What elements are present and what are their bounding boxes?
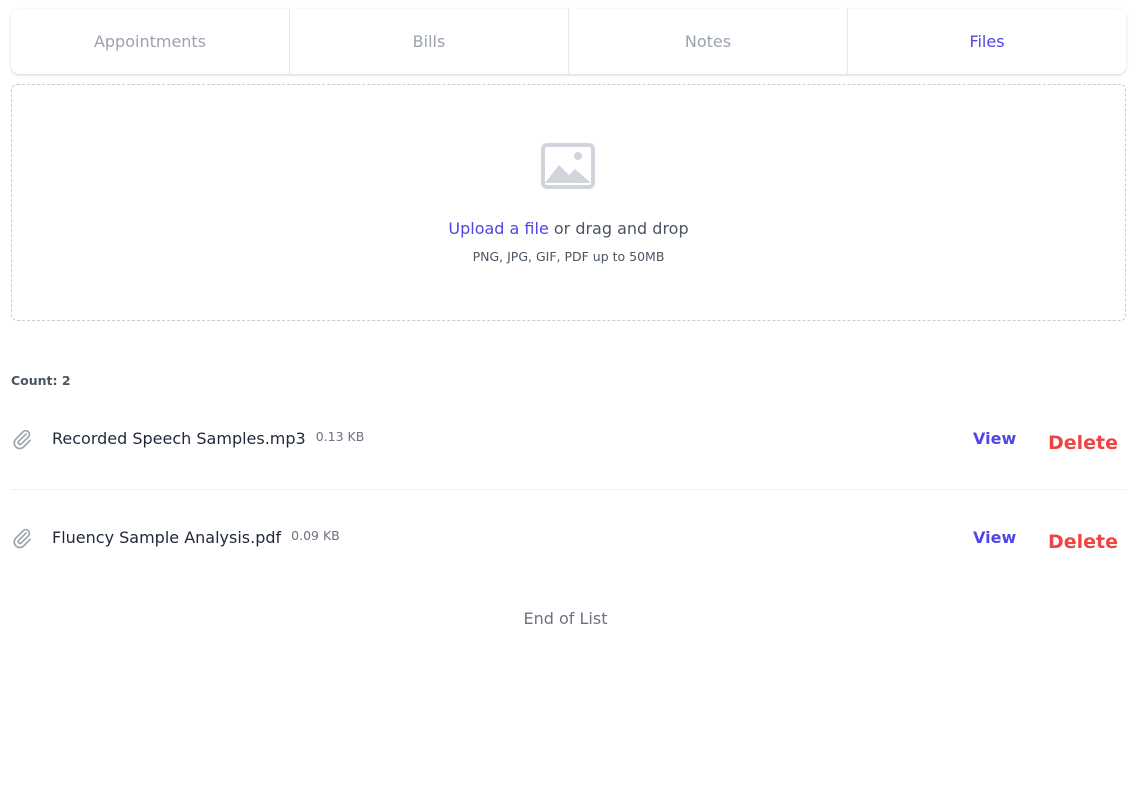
image-icon bbox=[541, 143, 595, 189]
tab-notes[interactable]: Notes bbox=[569, 9, 848, 74]
drag-drop-text: or drag and drop bbox=[548, 219, 689, 238]
file-name: Recorded Speech Samples.mp3 0.13 KB bbox=[52, 429, 364, 448]
file-row: Fluency Sample Analysis.pdf 0.09 KB View … bbox=[11, 508, 1126, 568]
file-name: Fluency Sample Analysis.pdf 0.09 KB bbox=[52, 528, 340, 547]
end-of-list: End of List bbox=[523, 609, 608, 628]
file-count: Count: 2 bbox=[11, 373, 71, 388]
view-button[interactable]: View bbox=[973, 429, 1016, 448]
view-button[interactable]: View bbox=[973, 528, 1016, 547]
tab-appointments[interactable]: Appointments bbox=[11, 9, 290, 74]
file-size: 0.13 KB bbox=[315, 429, 365, 444]
tab-bar: Appointments Bills Notes Files bbox=[11, 9, 1126, 74]
row-divider bbox=[11, 489, 1126, 490]
file-dropzone[interactable]: Upload a file or drag and drop PNG, JPG,… bbox=[11, 84, 1126, 321]
file-size: 0.09 KB bbox=[291, 528, 340, 543]
file-name-text: Recorded Speech Samples.mp3 bbox=[52, 429, 306, 448]
file-row: Recorded Speech Samples.mp3 0.13 KB View … bbox=[11, 409, 1126, 469]
upload-hint: PNG, JPG, GIF, PDF up to 50MB bbox=[472, 249, 665, 264]
file-name-text: Fluency Sample Analysis.pdf bbox=[52, 528, 282, 547]
delete-button[interactable]: Delete bbox=[1048, 432, 1118, 454]
upload-file-link[interactable]: Upload a file bbox=[448, 219, 548, 238]
tab-files[interactable]: Files bbox=[848, 9, 1126, 74]
paperclip-icon bbox=[13, 528, 32, 549]
paperclip-icon bbox=[13, 429, 32, 450]
delete-button[interactable]: Delete bbox=[1048, 531, 1118, 553]
tab-bills[interactable]: Bills bbox=[290, 9, 569, 74]
upload-instructions: Upload a file or drag and drop bbox=[12, 219, 1125, 238]
